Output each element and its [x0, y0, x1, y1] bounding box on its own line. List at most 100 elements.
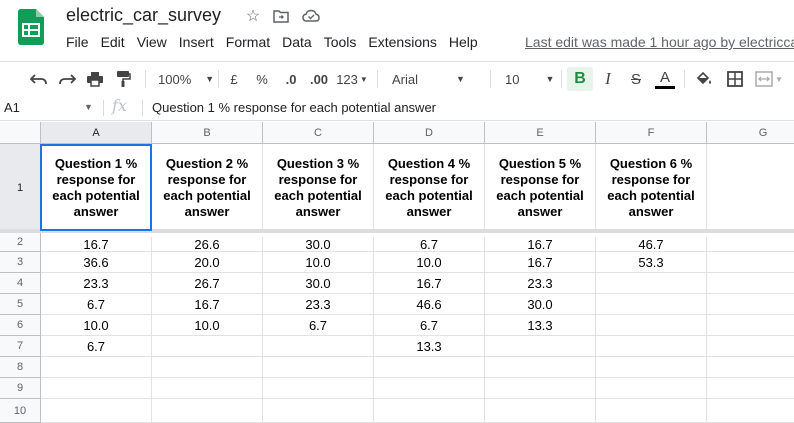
- column-header-c[interactable]: C: [263, 122, 374, 144]
- merge-cells-icon[interactable]: ▼: [752, 67, 786, 91]
- bold-button[interactable]: B: [567, 67, 593, 91]
- font-select[interactable]: Arial ▼: [384, 67, 466, 91]
- row-header-7[interactable]: 7: [0, 336, 41, 357]
- cell-c6[interactable]: 6.7: [263, 315, 374, 336]
- menu-insert[interactable]: Insert: [173, 32, 220, 54]
- row-header-6[interactable]: 6: [0, 315, 41, 336]
- more-formats-button[interactable]: 123 ▼: [335, 67, 369, 91]
- cloud-saved-icon[interactable]: [302, 7, 320, 25]
- cell-a6[interactable]: 10.0: [41, 315, 152, 336]
- cell-g2[interactable]: [707, 237, 794, 252]
- row-header-9[interactable]: 9: [0, 378, 41, 399]
- column-header-g[interactable]: G: [707, 122, 794, 144]
- redo-icon[interactable]: [56, 67, 78, 91]
- row-header-10[interactable]: 10: [0, 399, 41, 423]
- cell-b3[interactable]: 20.0: [152, 252, 263, 273]
- menu-file[interactable]: File: [60, 32, 95, 54]
- header-cell-g1[interactable]: [707, 144, 794, 233]
- cell-g8[interactable]: [707, 357, 794, 378]
- cell-e5[interactable]: 30.0: [485, 294, 596, 315]
- row-header-8[interactable]: 8: [0, 357, 41, 378]
- cell-c10[interactable]: [263, 399, 374, 423]
- cell-a2[interactable]: 16.7: [41, 237, 152, 252]
- star-icon[interactable]: ☆: [244, 7, 262, 25]
- cell-g9[interactable]: [707, 378, 794, 399]
- italic-button[interactable]: I: [597, 67, 619, 91]
- cell-b9[interactable]: [152, 378, 263, 399]
- header-cell-b1[interactable]: Question 2 % response for each potential…: [152, 144, 263, 233]
- row-header-4[interactable]: 4: [0, 273, 41, 294]
- name-box[interactable]: A1: [4, 100, 96, 115]
- cell-b5[interactable]: 16.7: [152, 294, 263, 315]
- cell-a4[interactable]: 23.3: [41, 273, 152, 294]
- menu-format[interactable]: Format: [220, 32, 276, 54]
- cell-g5[interactable]: [707, 294, 794, 315]
- cell-a7[interactable]: 6.7: [41, 336, 152, 357]
- row-header-2[interactable]: 2: [0, 233, 41, 252]
- cell-c4[interactable]: 30.0: [263, 273, 374, 294]
- cell-d5[interactable]: 46.6: [374, 294, 485, 315]
- column-header-f[interactable]: F: [596, 122, 707, 144]
- cell-a5[interactable]: 6.7: [41, 294, 152, 315]
- select-all-corner[interactable]: [0, 122, 41, 144]
- cell-c2[interactable]: 30.0: [263, 237, 374, 252]
- cell-e10[interactable]: [485, 399, 596, 423]
- cell-e8[interactable]: [485, 357, 596, 378]
- cell-d4[interactable]: 16.7: [374, 273, 485, 294]
- print-icon[interactable]: [84, 67, 106, 91]
- header-cell-a1[interactable]: Question 1 % response for each potential…: [41, 144, 152, 233]
- column-header-e[interactable]: E: [485, 122, 596, 144]
- cell-b10[interactable]: [152, 399, 263, 423]
- decrease-decimal-button[interactable]: .0: [278, 67, 304, 91]
- document-title[interactable]: electric_car_survey: [66, 5, 221, 26]
- cell-b7[interactable]: [152, 336, 263, 357]
- cell-f4[interactable]: [596, 273, 707, 294]
- frozen-row-divider[interactable]: [0, 229, 794, 233]
- cell-e2[interactable]: 16.7: [485, 237, 596, 252]
- cell-d7[interactable]: 13.3: [374, 336, 485, 357]
- row-header-5[interactable]: 5: [0, 294, 41, 315]
- column-header-b[interactable]: B: [152, 122, 263, 144]
- menu-data[interactable]: Data: [276, 32, 318, 54]
- cell-f3[interactable]: 53.3: [596, 252, 707, 273]
- cell-c8[interactable]: [263, 357, 374, 378]
- cell-f8[interactable]: [596, 357, 707, 378]
- strikethrough-button[interactable]: S: [625, 67, 647, 91]
- cell-a3[interactable]: 36.6: [41, 252, 152, 273]
- cell-f6[interactable]: [596, 315, 707, 336]
- last-edit-link[interactable]: Last edit was made 1 hour ago by electri…: [525, 34, 794, 50]
- text-color-button[interactable]: A: [653, 67, 677, 91]
- font-size-select[interactable]: 10 ▼: [497, 67, 557, 91]
- cell-c5[interactable]: 23.3: [263, 294, 374, 315]
- cell-f5[interactable]: [596, 294, 707, 315]
- menu-help[interactable]: Help: [443, 32, 484, 54]
- menu-tools[interactable]: Tools: [318, 32, 363, 54]
- row-header-3[interactable]: 3: [0, 252, 41, 273]
- formula-input[interactable]: Question 1 % response for each potential…: [152, 100, 436, 115]
- borders-icon[interactable]: [724, 67, 746, 91]
- cell-e6[interactable]: 13.3: [485, 315, 596, 336]
- undo-icon[interactable]: [28, 67, 50, 91]
- cell-a10[interactable]: [41, 399, 152, 423]
- cell-d9[interactable]: [374, 378, 485, 399]
- cell-e3[interactable]: 16.7: [485, 252, 596, 273]
- cell-f2[interactable]: 46.7: [596, 237, 707, 252]
- fill-color-icon[interactable]: [693, 67, 715, 91]
- cell-e4[interactable]: 23.3: [485, 273, 596, 294]
- move-folder-icon[interactable]: [272, 7, 290, 25]
- cell-g6[interactable]: [707, 315, 794, 336]
- column-header-a[interactable]: A: [41, 122, 152, 144]
- increase-decimal-button[interactable]: .00: [306, 67, 332, 91]
- header-cell-f1[interactable]: Question 6 % response for each potential…: [596, 144, 707, 233]
- cell-e9[interactable]: [485, 378, 596, 399]
- cell-d10[interactable]: [374, 399, 485, 423]
- cell-a9[interactable]: [41, 378, 152, 399]
- zoom-select[interactable]: 100% ▼: [152, 67, 214, 91]
- cell-g7[interactable]: [707, 336, 794, 357]
- cell-g4[interactable]: [707, 273, 794, 294]
- cell-g3[interactable]: [707, 252, 794, 273]
- cell-d2[interactable]: 6.7: [374, 237, 485, 252]
- sheets-logo-icon[interactable]: [18, 9, 44, 45]
- cell-f10[interactable]: [596, 399, 707, 423]
- header-cell-e1[interactable]: Question 5 % response for each potential…: [485, 144, 596, 233]
